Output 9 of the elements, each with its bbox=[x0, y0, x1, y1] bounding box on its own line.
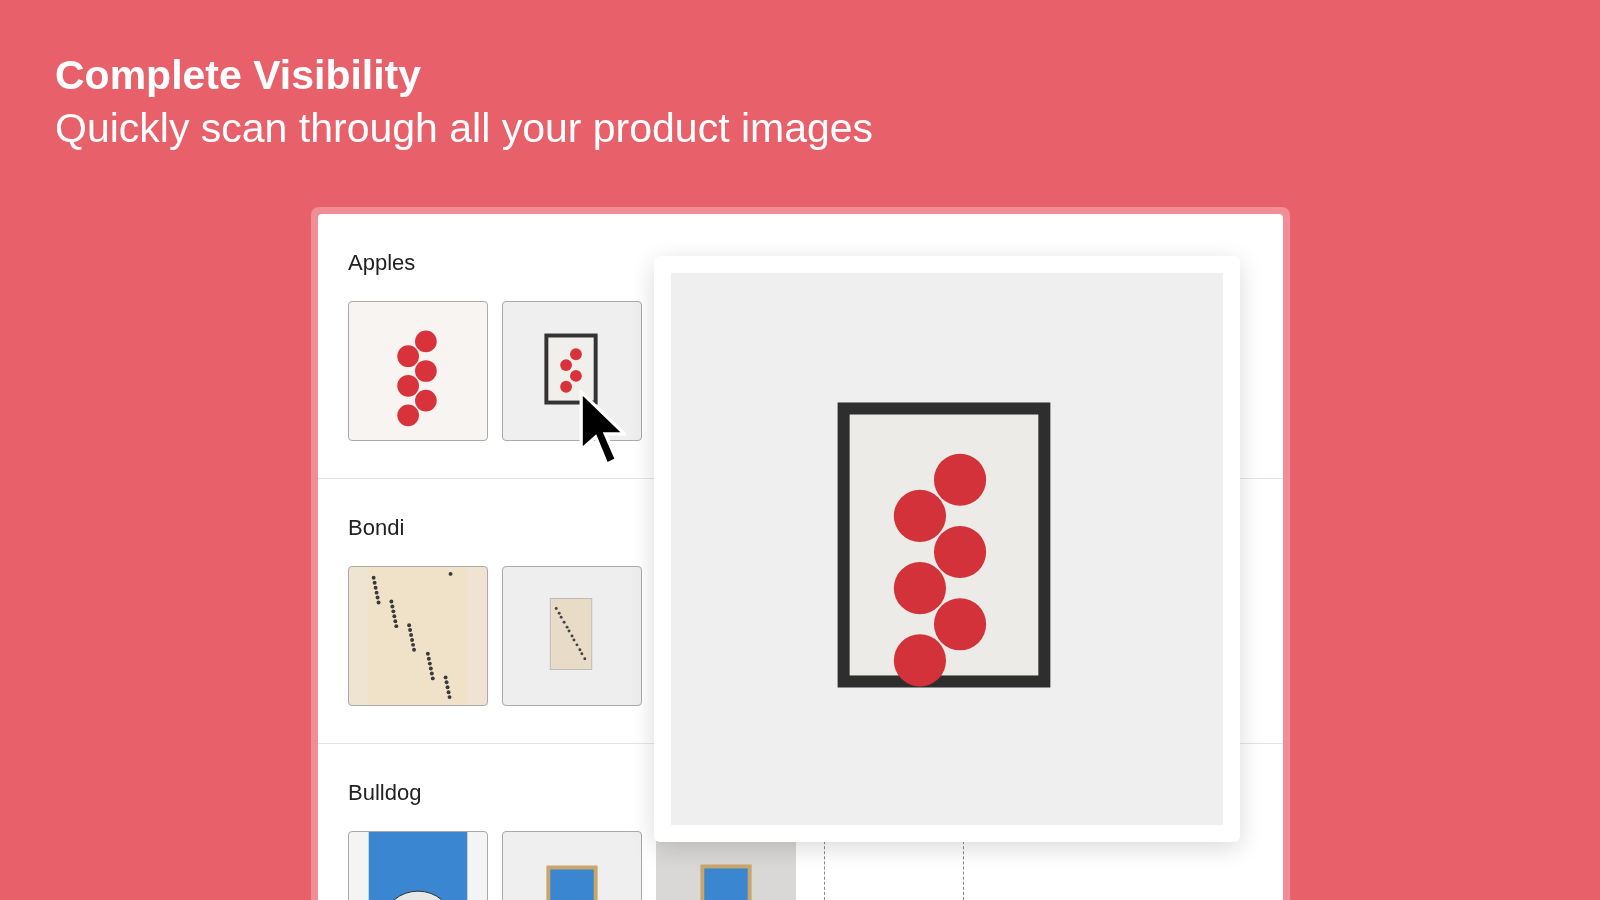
product-thumbnail[interactable] bbox=[348, 301, 488, 441]
headline: Complete Visibility bbox=[55, 51, 423, 100]
product-name: Apples bbox=[348, 250, 417, 276]
product-thumbnail[interactable] bbox=[348, 566, 488, 706]
product-name: Bulldog bbox=[348, 780, 423, 806]
product-thumbnail[interactable] bbox=[502, 301, 642, 441]
product-name: Bondi bbox=[348, 515, 406, 541]
product-thumbnail[interactable] bbox=[502, 566, 642, 706]
subheadline: Quickly scan through all your product images bbox=[55, 104, 875, 153]
